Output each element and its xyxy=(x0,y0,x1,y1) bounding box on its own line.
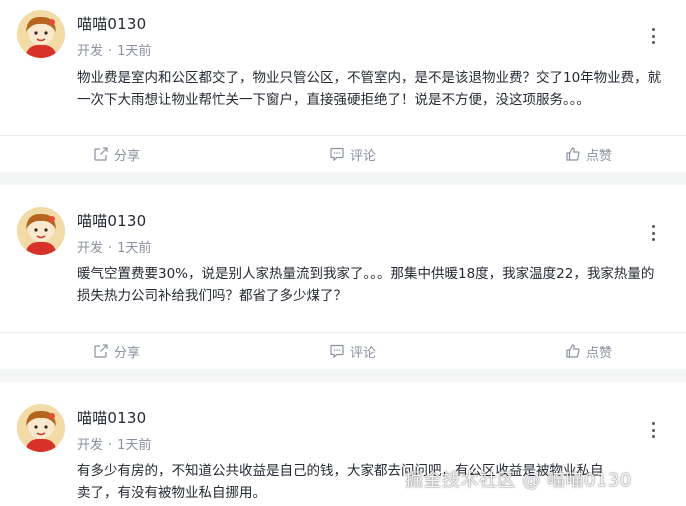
thumb-up-icon xyxy=(566,147,580,161)
topic-label[interactable]: 开发 xyxy=(77,438,103,453)
comment-icon xyxy=(330,344,344,359)
author-name[interactable]: 喵喵0130 xyxy=(77,13,146,34)
comment-label: 评论 xyxy=(350,148,377,164)
more-vertical-icon[interactable] xyxy=(650,28,656,44)
post-content[interactable]: 物业费是室内和公区都交了，物业只管公区，不管室内，是不是该退物业费？交了10年物… xyxy=(77,67,685,111)
like-button[interactable]: 点赞 xyxy=(565,136,612,172)
post-meta: 开发 · 1天前 xyxy=(77,40,151,59)
more-vertical-icon[interactable] xyxy=(650,422,656,438)
post-time: 1天前 xyxy=(117,438,152,453)
post-card: 喵喵0130 开发 · 1天前 物业费是室内和公区都交了，物业只管公区，不管室内，是… xyxy=(0,0,686,172)
avatar[interactable] xyxy=(17,10,65,58)
comment-label: 评论 xyxy=(350,345,377,361)
share-icon xyxy=(94,344,108,358)
content-line: 暖气空置费要30%，说是别人家热量流到我家了。。。那集中供暖18度，我家温度22… xyxy=(77,266,655,282)
author-name[interactable]: 喵喵0130 xyxy=(77,210,146,231)
share-label: 分享 xyxy=(114,345,141,361)
avatar-image xyxy=(17,404,65,452)
post-meta: 开发 · 1天前 xyxy=(77,434,151,453)
topic-label[interactable]: 开发 xyxy=(77,44,103,59)
content-line: 损失热力公司补给我们吗？都省了多少煤了？ xyxy=(77,288,347,304)
author-name[interactable]: 喵喵0130 xyxy=(77,407,146,428)
share-icon xyxy=(94,147,108,161)
watermark: 掘金技术社区 @ 喵喵0130 xyxy=(405,470,632,491)
topic-label[interactable]: 开发 xyxy=(77,241,103,256)
pin-feed: 喵喵0130 开发 · 1天前 物业费是室内和公区都交了，物业只管公区，不管室内，是… xyxy=(0,0,686,506)
post-card: 喵喵0130 开发 · 1天前 暖气空置费要30%，说是别人家热量流到我家了。。。那… xyxy=(0,185,686,369)
like-label: 点赞 xyxy=(586,345,613,361)
meta-separator: · xyxy=(108,241,113,256)
more-vertical-icon[interactable] xyxy=(650,225,656,241)
content-line: 物业费是室内和公区都交了，物业只管公区，不管室内，是不是该退物业费？交了10年物… xyxy=(77,70,662,86)
avatar[interactable] xyxy=(17,404,65,452)
share-button[interactable]: 分享 xyxy=(93,136,140,172)
post-time: 1天前 xyxy=(117,44,152,59)
thumb-up-icon xyxy=(566,344,580,358)
avatar[interactable] xyxy=(17,207,65,255)
share-label: 分享 xyxy=(114,148,141,164)
post-time: 1天前 xyxy=(117,241,152,256)
content-line: 一次下大雨想让物业帮忙关一下窗户，直接强硬拒绝了！说是不方便，没这项服务。。。 xyxy=(77,92,590,108)
comment-button[interactable]: 评论 xyxy=(329,333,376,369)
action-bar: 分享 评论 点赞 xyxy=(0,136,686,172)
comment-button[interactable]: 评论 xyxy=(329,136,376,172)
post-content[interactable]: 暖气空置费要30%，说是别人家热量流到我家了。。。那集中供暖18度，我家温度22… xyxy=(77,263,685,307)
like-label: 点赞 xyxy=(586,148,613,164)
comment-icon xyxy=(330,147,344,162)
avatar-image xyxy=(17,10,65,58)
avatar-image xyxy=(17,207,65,255)
action-bar: 分享 评论 点赞 xyxy=(0,333,686,369)
post-meta: 开发 · 1天前 xyxy=(77,237,151,256)
share-button[interactable]: 分享 xyxy=(93,333,140,369)
like-button[interactable]: 点赞 xyxy=(565,333,612,369)
meta-separator: · xyxy=(108,44,113,59)
meta-separator: · xyxy=(108,438,113,453)
